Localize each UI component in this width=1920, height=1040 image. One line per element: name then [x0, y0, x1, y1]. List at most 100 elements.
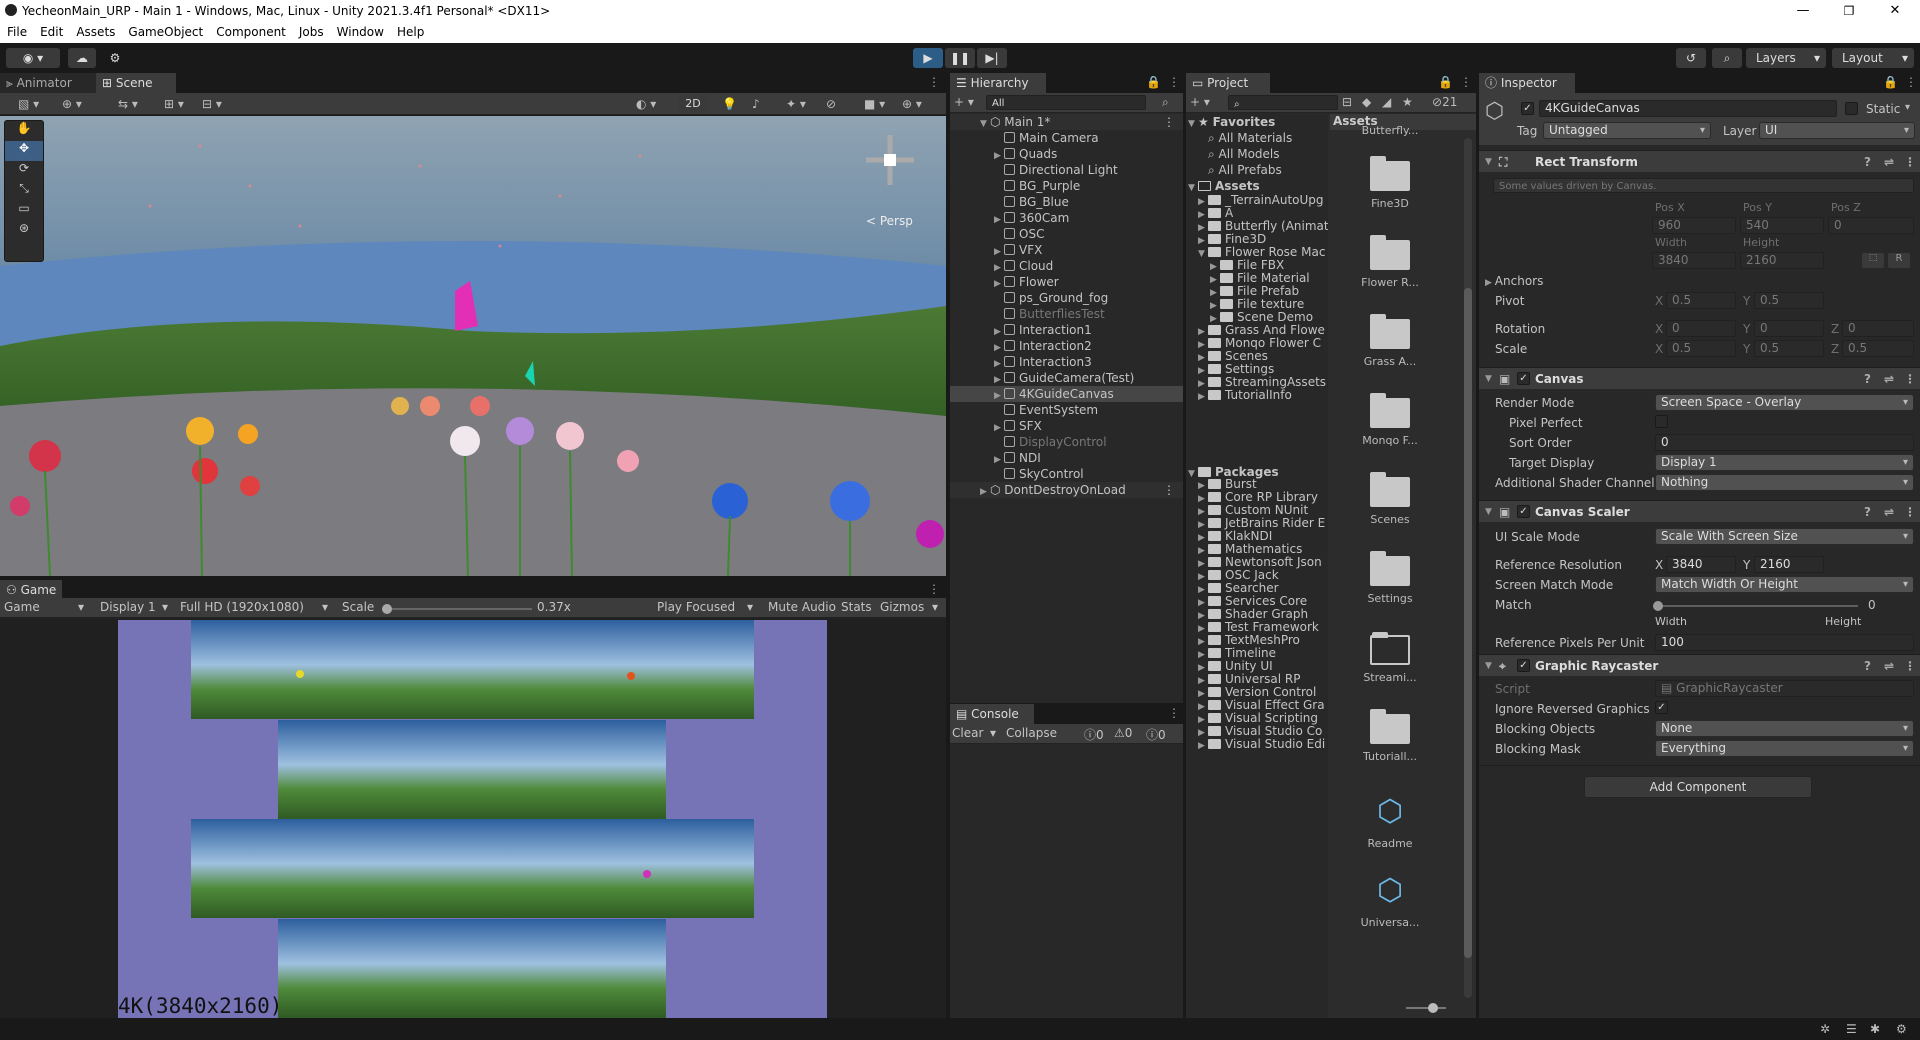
screen-match-mode-dropdown[interactable]: Match Width Or Height — [1655, 576, 1914, 593]
blocking-mask-dropdown[interactable]: Everything — [1655, 740, 1914, 757]
menu-file[interactable]: File — [0, 22, 33, 39]
more-icon[interactable]: ⋮ — [1904, 151, 1916, 173]
auto-generate-lighting-icon[interactable]: ✱ — [1870, 1020, 1880, 1038]
hierarchy-item[interactable]: ▶ SFX — [950, 418, 1183, 434]
camera-icon[interactable]: ■ ▾ — [864, 95, 885, 113]
search-by-type-icon[interactable]: ⊟ — [1342, 93, 1352, 111]
match-slider[interactable] — [1653, 601, 1858, 611]
grid-snap-icon[interactable]: ⊞ ▾ — [164, 95, 184, 113]
more-icon[interactable]: ⋮ — [1904, 501, 1916, 523]
ref-pixels-per-unit-field[interactable]: 100 — [1655, 634, 1914, 651]
gameobject-name-input[interactable]: 4KGuideCanvas — [1539, 100, 1837, 117]
hierarchy-item[interactable]: ▶ Interaction3 — [950, 354, 1183, 370]
persp-label[interactable]: < Persp — [866, 214, 913, 228]
minimize-button[interactable]: — — [1780, 1, 1826, 21]
scene-viewport[interactable]: ✋ ✥ ⟳ ⤡ ▭ ⊛ < Persp — [0, 116, 946, 576]
blocking-objects-dropdown[interactable]: None — [1655, 720, 1914, 737]
hierarchy-dontdestroy-row[interactable]: ▶ ⬡ DontDestroyOnLoad ⋮ — [950, 482, 1183, 498]
sort-order-field[interactable]: 0 — [1655, 434, 1914, 451]
pivot-y-field[interactable]: 0.5 — [1754, 292, 1824, 309]
clear-button[interactable]: Clear — [952, 726, 983, 740]
hierarchy-item[interactable]: ps_Ground_fog — [950, 290, 1183, 306]
hierarchy-scene-row[interactable]: ▼ ⬡ Main 1* ⋮ — [950, 114, 1183, 130]
collapse-toggle[interactable]: Collapse — [1006, 726, 1057, 740]
menu-jobs[interactable]: Jobs — [292, 22, 330, 39]
pos-x-field[interactable]: 960 — [1652, 217, 1736, 234]
undo-history-button[interactable]: ↺ — [1676, 48, 1706, 68]
hierarchy-item[interactable]: ▶ 360Cam — [950, 210, 1183, 226]
active-checkbox[interactable]: ✓ — [1521, 102, 1534, 115]
rotation-y-field[interactable]: 0 — [1754, 320, 1824, 337]
globe-icon[interactable]: ⊕ ▾ — [62, 95, 82, 113]
layer-dropdown[interactable]: UI — [1759, 122, 1915, 139]
preset-icon[interactable]: ⇌ — [1884, 151, 1894, 173]
tab-console[interactable]: ▤ Console — [950, 704, 1034, 724]
account-button[interactable]: ◉ ▾ — [6, 48, 60, 68]
width-field[interactable]: 3840 — [1652, 252, 1736, 269]
hierarchy-item[interactable]: EventSystem — [950, 402, 1183, 418]
asset-grid-item[interactable]: Flower R... — [1340, 235, 1440, 289]
more-icon[interactable]: ⋮ — [1904, 655, 1916, 677]
target-display-dropdown[interactable]: Display 1 — [1655, 454, 1914, 471]
favorite-icon[interactable]: ★ — [1402, 93, 1413, 111]
tab-game[interactable]: ⚇ Game — [0, 580, 62, 600]
rotation-z-field[interactable]: 0 — [1842, 320, 1914, 337]
layers-dropdown[interactable]: Layers ▾ — [1746, 48, 1826, 68]
raycaster-enabled-checkbox[interactable]: ✓ — [1517, 659, 1530, 672]
play-focused-dropdown[interactable]: Play Focused — [657, 600, 735, 614]
scale-z-field[interactable]: 0.5 — [1842, 340, 1914, 357]
hierarchy-search-input[interactable]: All — [986, 95, 1146, 110]
warning-count[interactable]: ⚠0 — [1114, 726, 1132, 740]
add-icon[interactable]: + ▾ — [1190, 93, 1210, 111]
anchors-foldout[interactable]: ▶ Anchors — [1485, 274, 1543, 288]
more-icon[interactable]: ⋮ — [1460, 75, 1472, 89]
project-search-input[interactable]: ⌕ — [1228, 95, 1338, 110]
more-icon[interactable]: ⋮ — [1905, 75, 1917, 89]
pos-y-field[interactable]: 540 — [1740, 217, 1824, 234]
game-viewport[interactable]: 4K(3840x2160) — [0, 618, 946, 1018]
hierarchy-item[interactable]: ▶ NDI — [950, 450, 1183, 466]
reference-resolution-y-field[interactable]: 2160 — [1754, 556, 1824, 573]
icon-size-slider-thumb[interactable] — [1428, 1003, 1438, 1013]
rect-tool-icon[interactable]: ▭ — [5, 201, 43, 221]
more-icon[interactable]: ⋮ — [928, 582, 940, 596]
help-icon[interactable]: ? — [1864, 151, 1871, 173]
save-search-icon[interactable]: ◢ — [1382, 93, 1391, 111]
step-button[interactable]: ▶| — [977, 48, 1007, 68]
resolution-dropdown[interactable]: Full HD (1920x1080) — [180, 600, 304, 614]
match-value[interactable]: 0 — [1868, 598, 1876, 612]
blueprint-mode-icon[interactable]: ⬚ — [1862, 253, 1884, 268]
script-field[interactable]: ▤ GraphicRaycaster — [1655, 680, 1914, 697]
tab-scene[interactable]: ⊞ Scene — [96, 73, 176, 93]
reference-resolution-x-field[interactable]: 3840 — [1666, 556, 1736, 573]
menu-gameobject[interactable]: GameObject — [121, 22, 209, 39]
help-icon[interactable]: ? — [1864, 368, 1871, 390]
more-icon[interactable]: ⋮ — [1168, 706, 1180, 720]
asset-grid-scrollbar-thumb[interactable] — [1464, 288, 1472, 958]
hierarchy-item[interactable]: Directional Light — [950, 162, 1183, 178]
hierarchy-item[interactable]: OSC — [950, 226, 1183, 242]
scale-tool-icon[interactable]: ⤡ — [5, 181, 43, 201]
more-icon[interactable]: ⋮ — [928, 75, 940, 89]
scale-y-field[interactable]: 0.5 — [1754, 340, 1824, 357]
preset-icon[interactable]: ⇌ — [1884, 501, 1894, 523]
pivot-x-field[interactable]: 0.5 — [1666, 292, 1736, 309]
hierarchy-item[interactable]: BG_Purple — [950, 178, 1183, 194]
raw-edit-button[interactable]: R — [1888, 253, 1910, 268]
preset-icon[interactable]: ⇌ — [1884, 655, 1894, 677]
canvas-scaler-enabled-checkbox[interactable]: ✓ — [1517, 505, 1530, 518]
audio-icon[interactable]: ♪ — [752, 95, 760, 113]
layout-dropdown[interactable]: Layout ▾ — [1832, 48, 1914, 68]
hierarchy-item[interactable]: ButterfliesTest — [950, 306, 1183, 322]
package-tree-item[interactable]: ▶ Visual Studio Edi — [1186, 738, 1328, 753]
search-filter-icon[interactable]: ⌕ — [1162, 93, 1169, 111]
assets-root-row[interactable]: ▼ Assets — [1186, 178, 1328, 194]
increment-snap-icon[interactable]: ⊟ ▾ — [202, 95, 222, 113]
hidden-packages-icon[interactable]: ⊘21 — [1432, 93, 1457, 111]
bug-icon[interactable]: ✲ — [1820, 1020, 1830, 1038]
lock-icon[interactable]: 🔒 — [1146, 73, 1161, 91]
expand-arrow-icon[interactable]: ▶ — [1198, 740, 1208, 753]
close-button[interactable]: ✕ — [1872, 1, 1918, 21]
move-tool-icon[interactable]: ✥ — [5, 141, 43, 161]
icon-size-slider[interactable] — [1406, 1003, 1446, 1013]
